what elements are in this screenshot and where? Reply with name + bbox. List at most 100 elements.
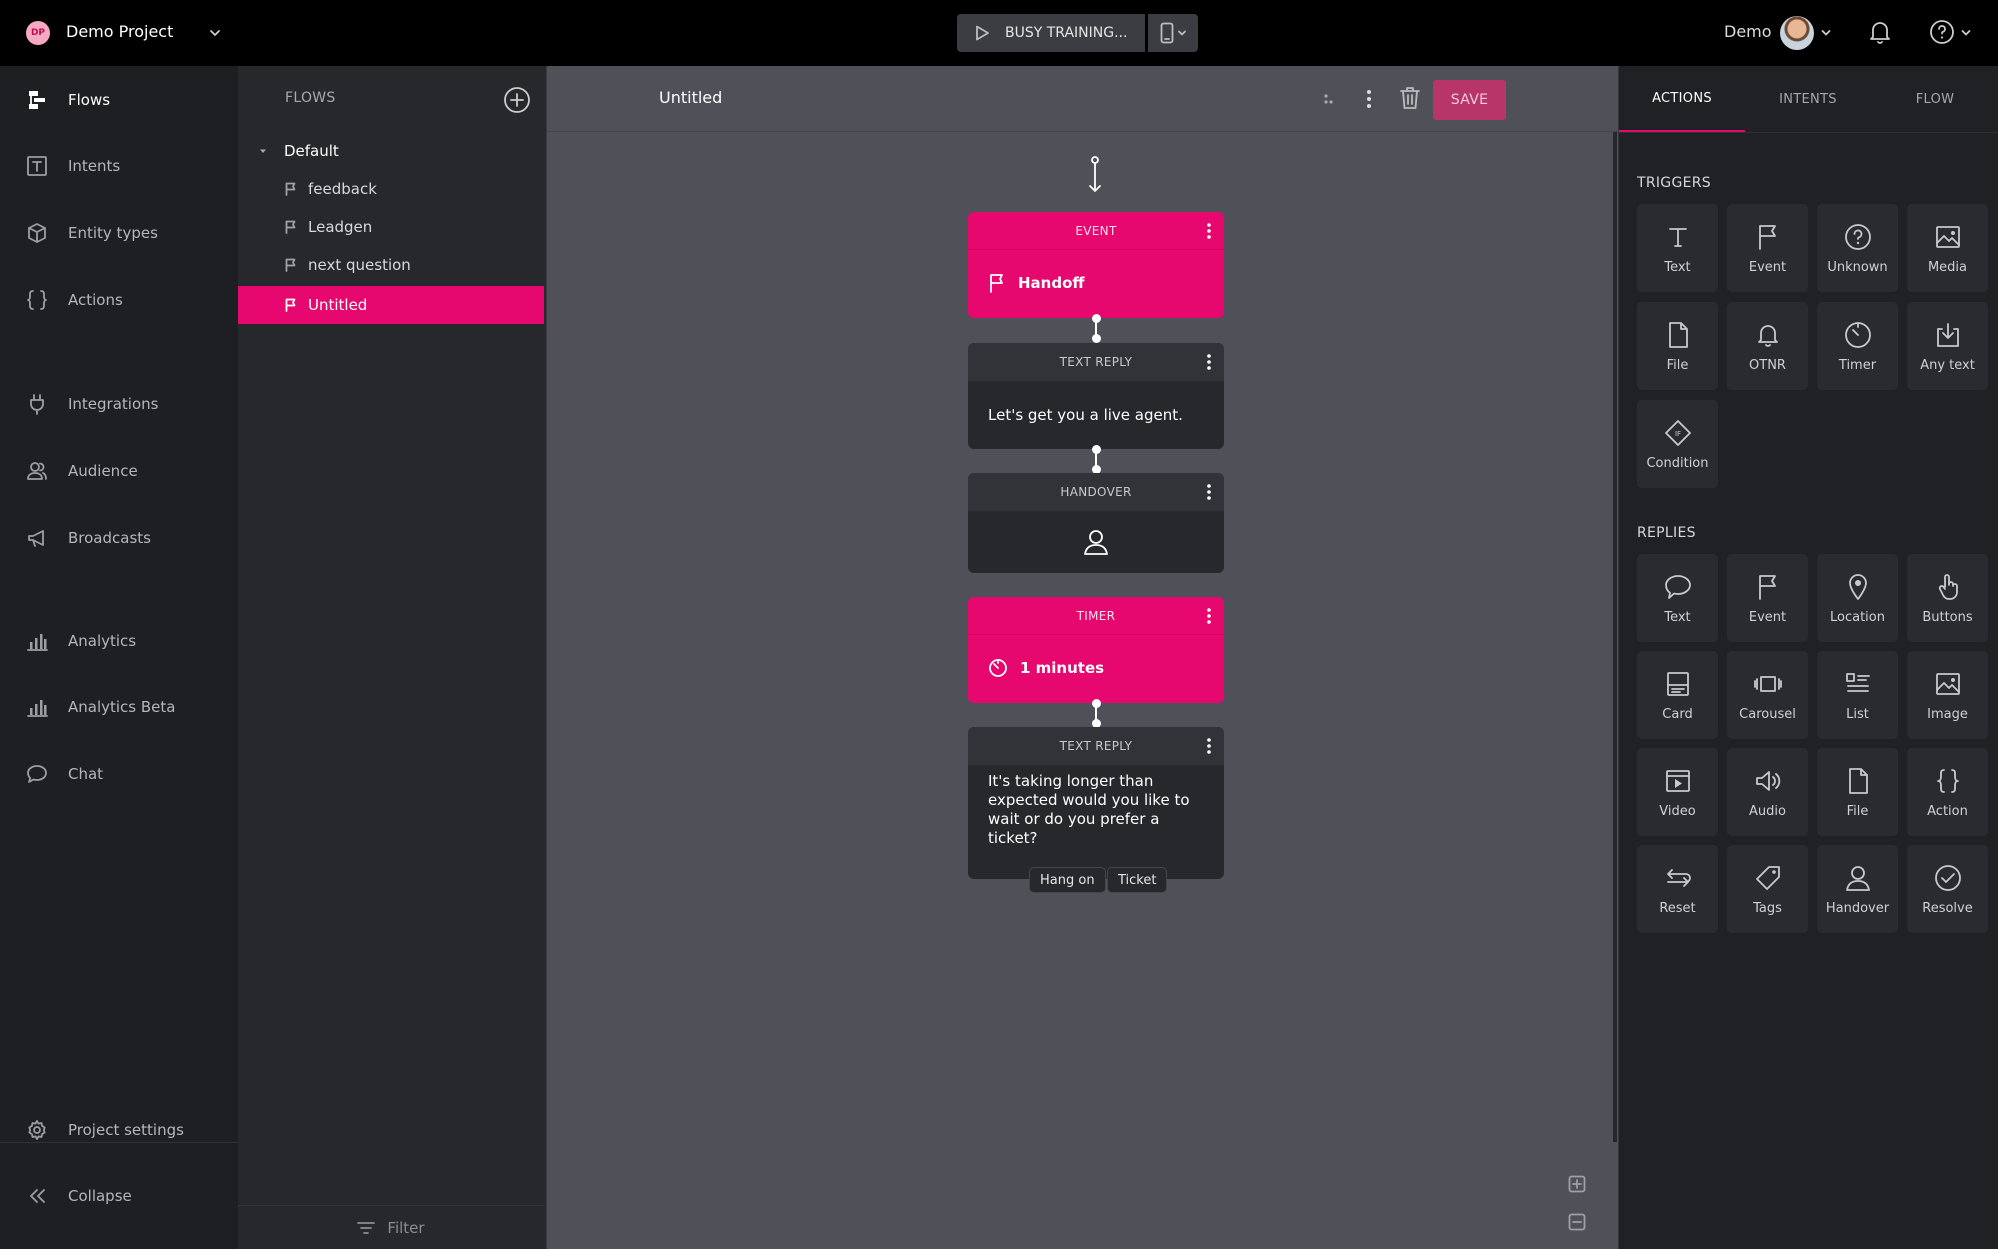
text-reply-node[interactable]: TEXT REPLY It's taking longer than expec…	[968, 727, 1224, 879]
tab-flow[interactable]: FLOW	[1872, 66, 1998, 132]
nav-item-broadcasts[interactable]: Broadcasts	[0, 518, 238, 558]
nav-item-project-settings[interactable]: Project settings	[0, 1110, 238, 1150]
flag-icon	[284, 220, 298, 234]
trigger-unknown[interactable]: Unknown	[1817, 204, 1898, 292]
node-menu-icon[interactable]	[1206, 607, 1212, 625]
reply-tags-tile[interactable]: Tags	[1727, 845, 1808, 933]
chevron-down-icon[interactable]	[208, 26, 222, 40]
nav-item-entity-types[interactable]: Entity types	[0, 213, 238, 253]
trigger-event[interactable]: Event	[1727, 204, 1808, 292]
help-question-icon[interactable]	[1928, 18, 1956, 46]
nav-item-flows[interactable]: Flows	[0, 80, 238, 120]
flow-group-default[interactable]: Default	[238, 132, 544, 170]
collapse-button[interactable]: Collapse	[0, 1176, 238, 1216]
reply-text-tile[interactable]: Text	[1637, 554, 1718, 642]
quick-reply-ticket[interactable]: Ticket	[1107, 867, 1168, 893]
project-avatar[interactable]: DP	[26, 21, 50, 45]
nav-item-intents[interactable]: Intents	[0, 146, 238, 186]
flow-title[interactable]: Untitled	[659, 88, 722, 107]
nav-item-actions[interactable]: Actions	[0, 280, 238, 320]
reply-location-tile[interactable]: Location	[1817, 554, 1898, 642]
nav-item-chat[interactable]: Chat	[0, 754, 238, 794]
chevron-down-icon[interactable]	[1960, 27, 1972, 39]
reply-reset-tile[interactable]: Reset	[1637, 845, 1718, 933]
text-reply-node[interactable]: TEXT REPLY Let's get you a live agent.	[968, 343, 1224, 449]
trigger-text[interactable]: Text	[1637, 204, 1718, 292]
save-button[interactable]: SAVE	[1433, 80, 1506, 120]
tile-label: Action	[1927, 803, 1968, 819]
nav-item-label: Chat	[68, 765, 104, 783]
flow-item-next-question[interactable]: next question	[238, 246, 544, 284]
tile-label: Tags	[1753, 900, 1782, 916]
reply-carousel-tile[interactable]: Carousel	[1727, 651, 1808, 739]
node-menu-icon[interactable]	[1206, 483, 1212, 501]
chevron-down-icon[interactable]	[1820, 27, 1832, 39]
zoom-in-icon[interactable]	[1568, 1175, 1586, 1193]
timer-node[interactable]: TIMER 1 minutes	[968, 597, 1224, 703]
trigger-media[interactable]: Media	[1907, 204, 1988, 292]
caret-down-icon	[258, 146, 268, 156]
quick-reply-hang-on[interactable]: Hang on	[1029, 867, 1106, 893]
trigger-condition[interactable]: IF Condition	[1637, 400, 1718, 488]
file-icon	[1667, 320, 1689, 350]
flow-canvas[interactable]: Untitled SAVE EVENT Handoff TEXT REPLY L…	[546, 66, 1619, 1249]
flow-item-label: Leadgen	[308, 218, 373, 236]
nav-item-audience[interactable]: Audience	[0, 451, 238, 491]
flow-item-untitled[interactable]: Untitled	[238, 286, 544, 324]
node-menu-icon[interactable]	[1206, 353, 1212, 371]
tile-label: Condition	[1646, 455, 1709, 471]
user-avatar[interactable]	[1780, 16, 1814, 50]
reply-audio-tile[interactable]: Audio	[1727, 748, 1808, 836]
text-icon	[26, 155, 52, 177]
play-icon	[973, 24, 991, 42]
train-button[interactable]: BUSY TRAINING...	[957, 14, 1145, 52]
node-menu-icon[interactable]	[1206, 737, 1212, 755]
trigger-otnr[interactable]: OTNR	[1727, 302, 1808, 390]
reply-action-tile[interactable]: Action	[1907, 748, 1988, 836]
reply-resolve-tile[interactable]: Resolve	[1907, 845, 1988, 933]
notifications-bell-icon[interactable]	[1868, 18, 1892, 46]
tile-label: Card	[1662, 706, 1693, 722]
nav-item-analytics[interactable]: Analytics	[0, 621, 238, 661]
users-icon	[26, 460, 52, 482]
more-vertical-icon[interactable]	[1365, 88, 1373, 110]
image-icon	[1935, 222, 1961, 252]
nav-item-integrations[interactable]: Integrations	[0, 384, 238, 424]
reply-list-tile[interactable]: List	[1817, 651, 1898, 739]
phone-icon	[1160, 22, 1174, 44]
zoom-out-icon[interactable]	[1568, 1213, 1586, 1231]
connector-dot[interactable]	[1092, 334, 1101, 343]
trigger-timer[interactable]: Timer	[1817, 302, 1898, 390]
reply-buttons-tile[interactable]: Buttons	[1907, 554, 1988, 642]
project-name[interactable]: Demo Project	[66, 22, 173, 41]
tab-divider	[1619, 132, 1998, 133]
flow-item-leadgen[interactable]: Leadgen	[238, 208, 544, 246]
trash-icon[interactable]	[1399, 86, 1421, 110]
flow-item-feedback[interactable]: feedback	[238, 170, 544, 208]
reply-handover-tile[interactable]: Handover	[1817, 845, 1898, 933]
reply-video-tile[interactable]: Video	[1637, 748, 1718, 836]
trigger-file[interactable]: File	[1637, 302, 1718, 390]
reply-event-tile[interactable]: Event	[1727, 554, 1808, 642]
add-flow-button[interactable]	[503, 86, 531, 114]
user-name[interactable]: Demo	[1724, 22, 1772, 41]
tile-label: Location	[1830, 609, 1885, 625]
canvas-scrollbar[interactable]	[1613, 132, 1617, 1142]
reply-file-tile[interactable]: File	[1817, 748, 1898, 836]
handover-node[interactable]: HANDOVER	[968, 473, 1224, 573]
plus-circle-icon	[503, 86, 531, 114]
filter-button[interactable]: Filter	[238, 1205, 544, 1249]
reply-text: It's taking longer than expected would y…	[988, 772, 1190, 847]
device-selector-button[interactable]	[1148, 14, 1198, 52]
reply-card-tile[interactable]: Card	[1637, 651, 1718, 739]
speaker-icon	[1754, 766, 1782, 796]
reply-image-tile[interactable]: Image	[1907, 651, 1988, 739]
trigger-any-text[interactable]: Any text	[1907, 302, 1988, 390]
nav-item-analytics-beta[interactable]: Analytics Beta	[0, 687, 238, 727]
event-node[interactable]: EVENT Handoff	[968, 212, 1224, 318]
tab-intents[interactable]: INTENTS	[1745, 66, 1871, 132]
tab-actions[interactable]: ACTIONS	[1619, 66, 1745, 132]
node-menu-icon[interactable]	[1206, 222, 1212, 240]
svg-text:IF: IF	[1674, 430, 1680, 438]
flag-icon	[284, 258, 298, 272]
